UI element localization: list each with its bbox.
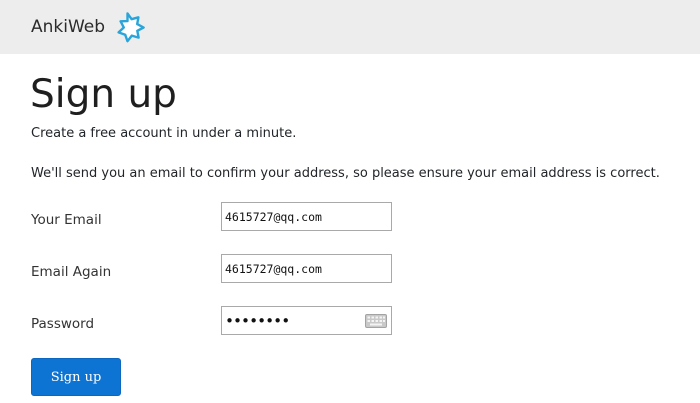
- password-label: Password: [31, 316, 95, 332]
- keyboard-icon[interactable]: [365, 314, 387, 328]
- navbar: AnkiWeb: [0, 0, 700, 54]
- page-subtitle: Create a free account in under a minute.: [31, 126, 297, 141]
- email-label: Your Email: [31, 212, 102, 228]
- email-again-field[interactable]: [221, 254, 392, 283]
- page-title: Sign up: [30, 72, 177, 117]
- email-field[interactable]: [221, 202, 392, 231]
- sign-up-button[interactable]: Sign up: [31, 358, 121, 396]
- brand-link[interactable]: AnkiWeb: [31, 16, 105, 38]
- email-notice: We'll send you an email to confirm your …: [31, 166, 660, 181]
- email-again-label: Email Again: [31, 264, 112, 280]
- anki-star-icon[interactable]: [116, 9, 150, 43]
